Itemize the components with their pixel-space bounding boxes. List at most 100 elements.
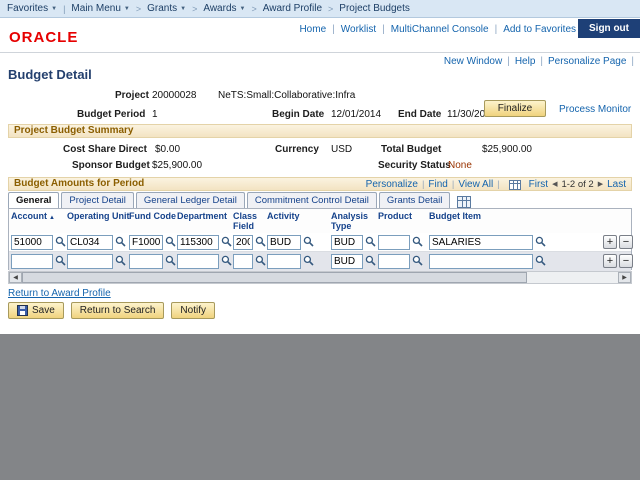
grid-icon[interactable] — [509, 180, 521, 190]
tab-general[interactable]: General — [8, 192, 59, 208]
tab-general-ledger-detail[interactable]: General Ledger Detail — [136, 192, 245, 208]
tab-project-detail[interactable]: Project Detail — [61, 192, 134, 208]
lookup-icon[interactable] — [365, 236, 376, 247]
breadcrumb-label: Awards — [203, 3, 236, 14]
view-all-link[interactable]: View All — [458, 179, 493, 191]
link-separator: | — [452, 179, 454, 191]
lookup-icon[interactable] — [221, 255, 232, 266]
activity-input[interactable] — [267, 254, 301, 269]
lookup-icon[interactable] — [412, 236, 423, 247]
lookup-icon[interactable] — [115, 255, 126, 266]
lookup-icon[interactable] — [365, 255, 376, 266]
fund-code-input[interactable] — [129, 235, 163, 250]
worklist-link[interactable]: Worklist — [341, 24, 376, 35]
scroll-left-icon[interactable]: ◀ — [9, 272, 22, 283]
lookup-icon[interactable] — [412, 255, 423, 266]
budget-item-input[interactable] — [429, 254, 533, 269]
breadcrumb-separator: > — [192, 4, 197, 14]
header-links: Home | Worklist | MultiChannel Console |… — [299, 24, 576, 35]
analysis-type-input[interactable] — [331, 254, 363, 269]
lookup-icon[interactable] — [165, 255, 176, 266]
personalize-page-link[interactable]: Personalize Page — [548, 56, 626, 67]
budget-amounts-title: Budget Amounts for Period — [14, 178, 144, 189]
return-to-search-button[interactable]: Return to Search — [71, 302, 165, 319]
lookup-icon[interactable] — [165, 236, 176, 247]
lookup-icon[interactable] — [303, 236, 314, 247]
cost-share-direct-value: $0.00 — [155, 144, 180, 155]
link-separator: | — [422, 179, 424, 191]
multichannel-console-link[interactable]: MultiChannel Console — [391, 24, 489, 35]
horizontal-scrollbar[interactable]: ◀ ▶ — [8, 271, 632, 284]
analysis-type-input[interactable] — [331, 235, 363, 250]
breadcrumb-grants[interactable]: Grants▼ — [147, 3, 186, 14]
class-field-input[interactable] — [233, 235, 253, 250]
personalize-link[interactable]: Personalize — [366, 179, 418, 191]
lookup-icon[interactable] — [535, 255, 546, 266]
breadcrumb-main-menu[interactable]: Main Menu▼ — [71, 3, 129, 14]
process-monitor-link[interactable]: Process Monitor — [559, 104, 631, 115]
breadcrumb-awards[interactable]: Awards▼ — [203, 3, 245, 14]
breadcrumb-favorites[interactable]: Favorites▼ — [7, 3, 57, 14]
account-input[interactable] — [11, 235, 53, 250]
operating-unit-input[interactable] — [67, 254, 113, 269]
column-header-account[interactable]: Account▲ — [11, 211, 55, 223]
save-button[interactable]: Save — [8, 302, 64, 319]
tab-commitment-control-detail[interactable]: Commitment Control Detail — [247, 192, 377, 208]
return-to-award-profile-link[interactable]: Return to Award Profile — [8, 288, 111, 299]
security-status-value: None — [448, 160, 472, 171]
fund-code-input[interactable] — [129, 254, 163, 269]
budget-item-input[interactable] — [429, 235, 533, 250]
find-link[interactable]: Find — [428, 179, 447, 191]
link-separator: | — [540, 56, 543, 67]
lookup-icon[interactable] — [255, 236, 266, 247]
notify-button[interactable]: Notify — [171, 302, 215, 319]
product-input[interactable] — [378, 235, 410, 250]
next-page-icon[interactable]: ▶ — [598, 179, 603, 191]
lookup-icon[interactable] — [115, 236, 126, 247]
home-link[interactable]: Home — [299, 24, 326, 35]
finalize-button[interactable]: Finalize — [484, 100, 546, 117]
previous-page-icon[interactable]: ◀ — [552, 179, 557, 191]
department-input[interactable] — [177, 254, 219, 269]
add-to-favorites-link[interactable]: Add to Favorites — [503, 24, 576, 35]
column-header-activity: Activity — [267, 211, 300, 221]
breadcrumb-label: Award Profile — [263, 3, 322, 14]
column-header-fund-code: Fund Code — [129, 211, 176, 221]
class-field-input[interactable] — [233, 254, 253, 269]
scrollbar-thumb[interactable] — [22, 272, 527, 283]
help-link[interactable]: Help — [515, 56, 536, 67]
scroll-right-icon[interactable]: ▶ — [618, 272, 631, 283]
breadcrumb: Favorites▼ | Main Menu▼ > Grants▼ > Awar… — [0, 0, 640, 18]
first-link[interactable]: First — [529, 179, 548, 191]
show-all-columns-icon[interactable] — [457, 196, 471, 208]
begin-date-value: 12/01/2014 — [331, 109, 381, 120]
lookup-icon[interactable] — [535, 236, 546, 247]
delete-row-button[interactable]: − — [619, 235, 633, 249]
breadcrumb-separator: > — [251, 4, 256, 14]
lookup-icon[interactable] — [255, 255, 266, 266]
grid-tabs: General Project Detail General Ledger De… — [8, 192, 471, 208]
breadcrumb-project-budgets[interactable]: Project Budgets — [339, 3, 410, 14]
breadcrumb-award-profile[interactable]: Award Profile — [263, 3, 322, 14]
new-window-link[interactable]: New Window — [444, 56, 502, 67]
sign-out-button[interactable]: Sign out — [578, 19, 640, 38]
sponsor-budget-value: $25,900.00 — [152, 160, 202, 171]
delete-row-button[interactable]: − — [619, 254, 633, 268]
breadcrumb-label: Grants — [147, 3, 177, 14]
department-input[interactable] — [177, 235, 219, 250]
activity-input[interactable] — [267, 235, 301, 250]
add-row-button[interactable]: + — [603, 254, 617, 268]
lookup-icon[interactable] — [55, 255, 66, 266]
last-link[interactable]: Last — [607, 179, 626, 191]
column-header-product: Product — [378, 211, 412, 221]
sponsor-budget-label: Sponsor Budget — [72, 160, 150, 171]
lookup-icon[interactable] — [303, 255, 314, 266]
operating-unit-input[interactable] — [67, 235, 113, 250]
product-input[interactable] — [378, 254, 410, 269]
lookup-icon[interactable] — [221, 236, 232, 247]
project-description: NeTS:Small:Collaborative:Infra — [218, 90, 355, 101]
add-row-button[interactable]: + — [603, 235, 617, 249]
account-input[interactable] — [11, 254, 53, 269]
lookup-icon[interactable] — [55, 236, 66, 247]
tab-grants-detail[interactable]: Grants Detail — [379, 192, 450, 208]
